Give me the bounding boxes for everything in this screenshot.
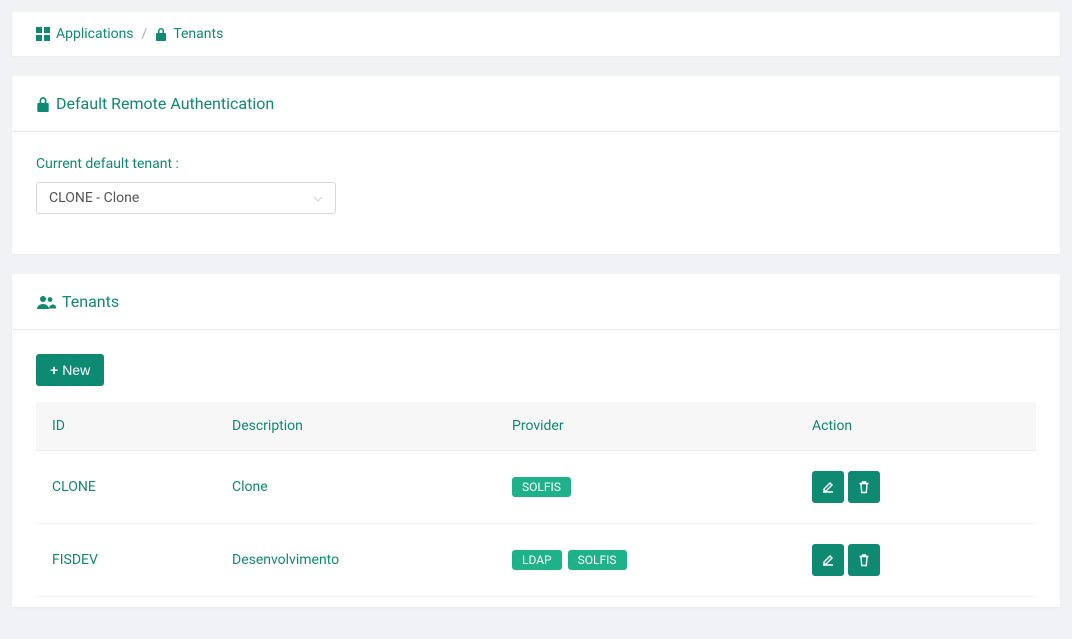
default-auth-title: Default Remote Authentication (56, 94, 274, 113)
provider-tag: SOLFIS (512, 477, 571, 497)
tenants-title: Tenants (62, 292, 119, 311)
default-tenant-select[interactable]: CLONE - Clone (36, 182, 336, 214)
breadcrumb: Applications / Tenants (12, 12, 1060, 56)
default-auth-card: Default Remote Authentication Current de… (12, 76, 1060, 254)
table-row: CLONEClone SOLFIS (36, 451, 1036, 524)
breadcrumb-tenants[interactable]: Tenants (155, 26, 223, 42)
tenants-header: Tenants (12, 274, 1060, 330)
breadcrumb-applications-label: Applications (56, 26, 134, 42)
edit-button[interactable] (812, 544, 844, 576)
provider-tag: LDAP (512, 550, 562, 570)
delete-button[interactable] (848, 471, 880, 503)
cell-id: CLONE (36, 451, 216, 524)
chevron-down-icon (313, 190, 323, 206)
cell-id: FISDEV (36, 524, 216, 597)
column-header-provider: Provider (496, 402, 796, 451)
lock-icon (36, 96, 50, 112)
default-tenant-label: Current default tenant : (36, 156, 1036, 172)
cell-action (796, 451, 1036, 524)
provider-tag: SOLFIS (568, 550, 627, 570)
tenants-table: ID Description Provider Action CLONEClon… (36, 402, 1036, 597)
cell-action (796, 524, 1036, 597)
cell-description: Desenvolvimento (216, 524, 496, 597)
cell-provider: LDAP SOLFIS (496, 524, 796, 597)
breadcrumb-separator: / (142, 26, 148, 42)
table-row: FISDEVDesenvolvimento LDAP SOLFIS (36, 524, 1036, 597)
breadcrumb-tenants-label: Tenants (173, 26, 223, 42)
default-auth-body: Current default tenant : CLONE - Clone (12, 132, 1060, 254)
edit-icon (821, 480, 835, 494)
tenants-body: + New ID Description Provider Action CLO… (12, 330, 1060, 607)
users-icon (36, 295, 56, 309)
edit-button[interactable] (812, 471, 844, 503)
column-header-id: ID (36, 402, 216, 451)
tenants-card: Tenants + New ID Description Provider Ac… (12, 274, 1060, 607)
cell-description: Clone (216, 451, 496, 524)
cell-provider: SOLFIS (496, 451, 796, 524)
new-button-label: New (62, 362, 90, 378)
delete-button[interactable] (848, 544, 880, 576)
new-tenant-button[interactable]: + New (36, 354, 104, 386)
edit-icon (821, 553, 835, 567)
trash-icon (857, 480, 871, 494)
breadcrumb-applications[interactable]: Applications (36, 26, 134, 42)
default-tenant-selected: CLONE - Clone (49, 190, 139, 206)
default-auth-header: Default Remote Authentication (12, 76, 1060, 132)
column-header-description: Description (216, 402, 496, 451)
breadcrumb-card: Applications / Tenants (12, 12, 1060, 56)
lock-icon (155, 27, 167, 41)
trash-icon (857, 553, 871, 567)
grid-icon (36, 27, 50, 41)
plus-icon: + (50, 362, 58, 378)
column-header-action: Action (796, 402, 1036, 451)
